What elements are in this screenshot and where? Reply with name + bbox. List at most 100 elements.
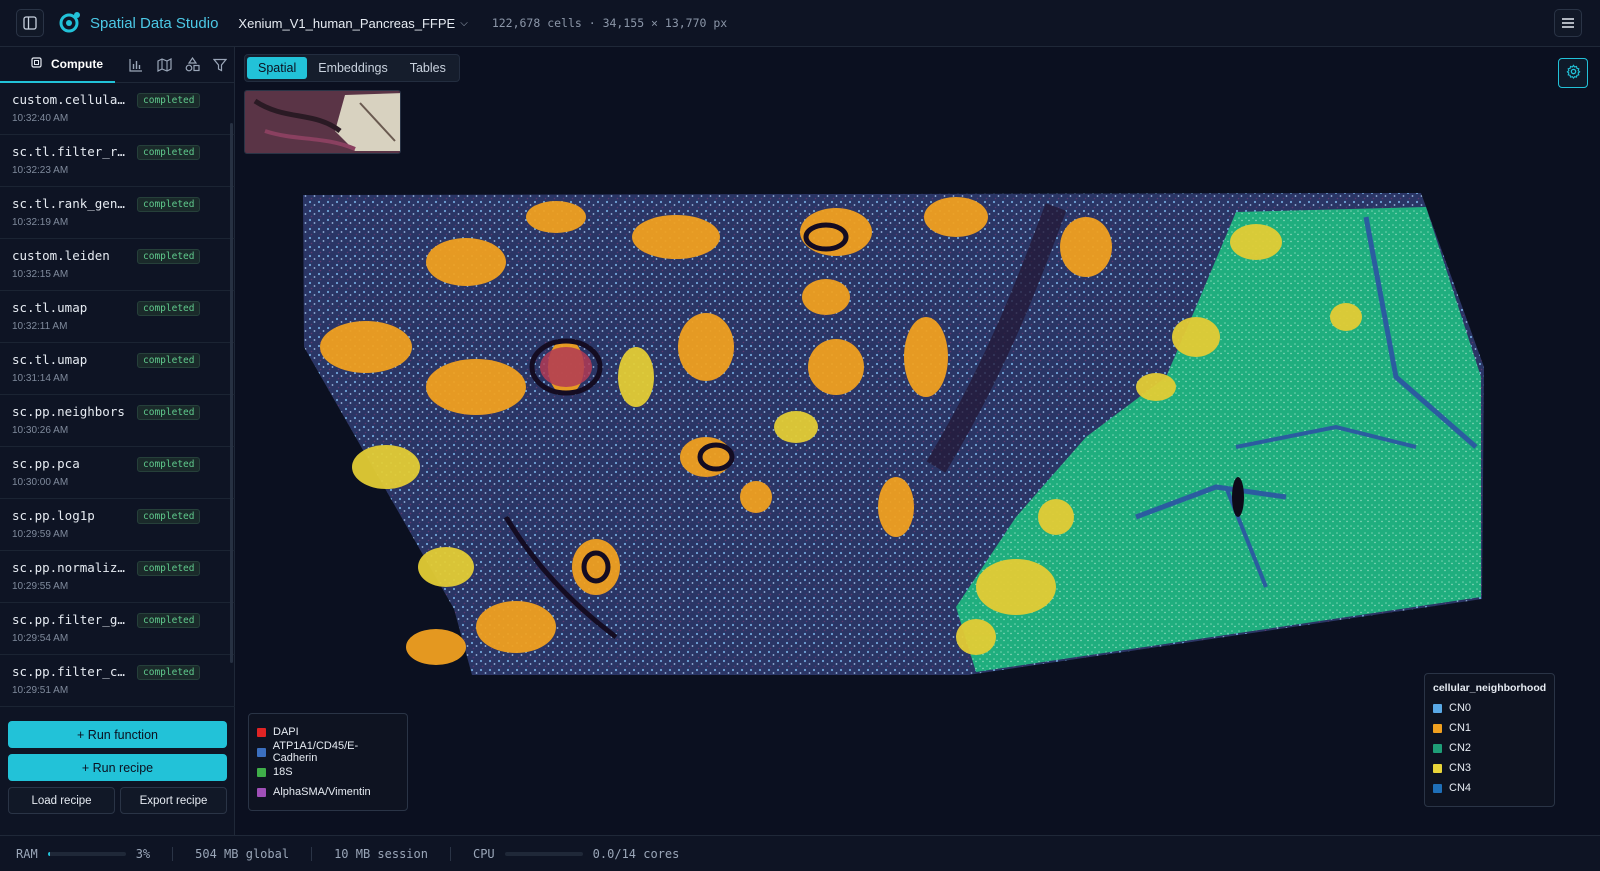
view-tabs: Spatial Embeddings Tables (244, 54, 460, 82)
map-icon[interactable] (150, 50, 178, 80)
cluster-legend-item[interactable]: CN0 (1433, 698, 1546, 718)
cluster-label: CN2 (1449, 742, 1472, 754)
history-item[interactable]: sc.tl.umap 10:32:11 AM completed (0, 291, 235, 343)
channel-legend-item[interactable]: 18S (257, 762, 399, 782)
history-item-time: 10:32:19 AM (12, 217, 69, 228)
tab-compute[interactable]: Compute (0, 47, 115, 83)
spatial-tissue-plot[interactable] (236, 47, 1600, 835)
status-badge: completed (137, 301, 201, 316)
status-badge: completed (137, 405, 201, 420)
sidebar-tabbar: Compute (0, 47, 234, 83)
history-item[interactable]: sc.tl.rank_genes_groups 10:32:19 AM comple… (0, 187, 235, 239)
cluster-label: CN3 (1449, 762, 1472, 774)
history-item-name: sc.pp.filter_genes (12, 612, 132, 627)
history-item-name: sc.pp.filter_cells (12, 664, 132, 679)
channel-label: DAPI (273, 726, 299, 738)
tab-tables[interactable]: Tables (399, 57, 457, 79)
tab-embeddings[interactable]: Embeddings (307, 57, 399, 79)
channel-label: 18S (273, 766, 293, 778)
history-item-name: sc.pp.normalize_total (12, 560, 132, 575)
cluster-legend-item[interactable]: CN2 (1433, 738, 1546, 758)
menu-button[interactable] (1554, 9, 1582, 37)
chevron-down-icon: ⌵ (460, 17, 468, 29)
channel-swatch (257, 747, 266, 757)
history-item[interactable]: sc.pp.filter_cells 10:29:51 AM completed (0, 655, 235, 707)
minimap[interactable] (244, 90, 401, 154)
history-item-time: 10:31:14 AM (12, 373, 69, 384)
channel-legend: DAPI ATP1A1/CD45/E-Cadherin 18S AlphaSMA/Vi… (248, 713, 408, 811)
status-badge: completed (137, 561, 201, 576)
logo-icon (58, 10, 82, 37)
history-item-time: 10:32:15 AM (12, 269, 69, 280)
history-item-time: 10:32:40 AM (12, 113, 69, 124)
history-item[interactable]: custom.cellular_neighborhoods 10:32:40 AM… (0, 83, 235, 135)
global-memory: 504 MB global (195, 846, 290, 861)
cluster-legend-title: cellular_neighborhood (1433, 682, 1547, 694)
main-view: Spatial Embeddings Tables DAPI ATP1A1/CD45/… (236, 47, 1600, 835)
cluster-legend-item[interactable]: CN4 (1433, 778, 1546, 798)
status-badge: completed (137, 145, 201, 160)
history-item-time: 10:29:59 AM (12, 529, 69, 540)
history-item[interactable]: sc.tl.filter_rank_genes_groups 10:32:23 A… (0, 135, 235, 187)
gear-icon (1566, 64, 1581, 82)
bar-chart-icon[interactable] (122, 50, 150, 80)
channel-swatch (257, 727, 266, 737)
history-item[interactable]: sc.pp.log1p 10:29:59 AM completed (0, 499, 235, 551)
history-item[interactable]: sc.pp.pca 10:30:00 AM completed (0, 447, 235, 499)
history-item[interactable]: custom.leiden 10:32:15 AM completed (0, 239, 235, 291)
shapes-icon[interactable] (178, 50, 206, 80)
app-logo[interactable]: Spatial Data Studio (58, 10, 218, 37)
history-item[interactable]: sc.pp.normalize_total 10:29:55 AM complete… (0, 551, 235, 603)
history-item-name: sc.tl.filter_rank_genes_groups (12, 144, 132, 159)
status-badge: completed (137, 509, 201, 524)
status-badge: completed (137, 353, 201, 368)
channel-swatch (257, 767, 266, 777)
app-header: Spatial Data Studio Xenium_V1_human_Panc… (0, 0, 1600, 47)
history-item[interactable]: sc.pp.filter_genes 10:29:54 AM completed (0, 603, 235, 655)
history-item-time: 10:30:00 AM (12, 477, 69, 488)
history-item-time: 10:32:11 AM (12, 321, 68, 332)
tab-spatial[interactable]: Spatial (247, 57, 308, 79)
channel-label: AlphaSMA/Vimentin (273, 786, 371, 798)
channel-swatch (257, 787, 266, 797)
history-scrollbar[interactable] (230, 123, 233, 663)
export-recipe-button[interactable]: Export recipe (120, 787, 227, 814)
load-recipe-button[interactable]: Load recipe (8, 787, 115, 814)
history-item-name: custom.leiden (12, 248, 110, 263)
sidebar-toggle-icon (23, 16, 37, 30)
cpu-chip-icon (30, 56, 51, 72)
status-badge: completed (137, 613, 201, 628)
session-memory: 10 MB session (334, 846, 428, 861)
run-recipe-button[interactable]: + Run recipe (8, 754, 227, 781)
history-item-time: 10:29:55 AM (12, 581, 69, 592)
cluster-legend-item[interactable]: CN3 (1433, 758, 1546, 778)
cluster-swatch (1433, 743, 1442, 753)
history-item-time: 10:29:51 AM (12, 685, 69, 696)
status-badge: completed (137, 93, 201, 108)
history-item[interactable]: sc.pp.neighbors 10:30:26 AM completed (0, 395, 235, 447)
cpu-label: CPU (472, 846, 495, 861)
history-item[interactable]: sc.tl.umap 10:31:14 AM completed (0, 343, 235, 395)
channel-legend-item[interactable]: AlphaSMA/Vimentin (257, 782, 399, 802)
sidebar-actions: + Run function + Run recipe Load recipe … (0, 715, 235, 814)
status-badge: completed (137, 665, 201, 680)
cluster-label: CN4 (1449, 782, 1472, 794)
cpu-meter (504, 851, 583, 856)
history-item-name: sc.tl.umap (12, 352, 88, 367)
dataset-selector[interactable]: Xenium_V1_human_Pancreas_FFPE ⌵ (238, 16, 467, 31)
cluster-swatch (1433, 783, 1442, 793)
history-item-name: sc.tl.umap (12, 300, 88, 315)
history-item-name: sc.pp.neighbors (12, 404, 125, 419)
history-item-name: sc.tl.rank_genes_groups (12, 196, 132, 211)
function-history: custom.cellular_neighborhoods 10:32:40 AM… (0, 83, 235, 755)
cluster-legend-item[interactable]: CN1 (1433, 718, 1546, 738)
run-function-button[interactable]: + Run function (8, 721, 227, 748)
channel-legend-item[interactable]: DAPI (257, 722, 399, 742)
channel-legend-item[interactable]: ATP1A1/CD45/E-Cadherin (257, 740, 399, 764)
ram-percent: 3% (135, 846, 151, 861)
sidebar-toggle-button[interactable] (16, 9, 44, 37)
filter-icon[interactable] (206, 50, 234, 80)
history-item-time: 10:32:23 AM (12, 165, 69, 176)
history-item-name: custom.cellular_neighborhoods (12, 92, 132, 107)
view-settings-button[interactable] (1558, 58, 1588, 88)
